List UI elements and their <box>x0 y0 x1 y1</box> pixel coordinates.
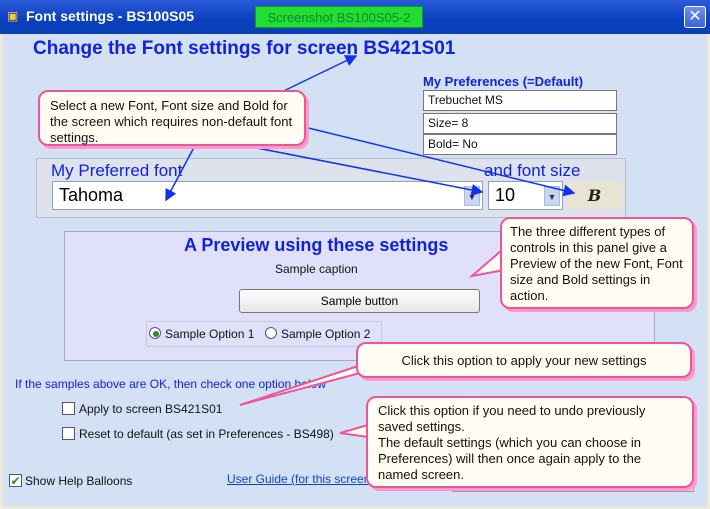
help-callout-reset: Click this option if you need to undo pr… <box>366 396 694 488</box>
callout-4-pointer <box>339 423 369 439</box>
help-callout-preview: The three different types of controls in… <box>500 217 694 309</box>
help-callout-font-selection: Select a new Font, Font size and Bold fo… <box>38 90 306 146</box>
help-callout-apply: Click this option to apply your new sett… <box>356 342 692 378</box>
callout-3-pointer <box>239 364 366 406</box>
help-callout-reset-line1: Click this option if you need to undo pr… <box>378 403 646 434</box>
help-callout-reset-line2: The default settings (which you can choo… <box>378 435 642 482</box>
